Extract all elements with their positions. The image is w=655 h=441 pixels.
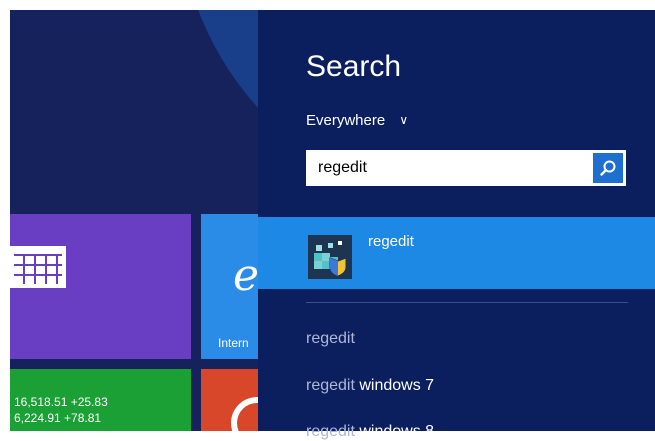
- finance-line-1: 16,518.51 +25.83: [14, 395, 108, 409]
- search-result-label: regedit: [368, 233, 414, 250]
- search-scope-label: Everywhere: [306, 112, 386, 129]
- search-scope-dropdown[interactable]: Everywhere ∨: [306, 112, 408, 129]
- search-suggestion[interactable]: regedit windows 7: [306, 377, 434, 395]
- results-divider: [306, 302, 628, 303]
- internet-explorer-icon: e: [233, 250, 260, 301]
- suggestion-rest-text: windows 8: [354, 423, 435, 440]
- search-title: Search: [306, 50, 402, 83]
- internet-explorer-tile[interactable]: e Intern: [201, 214, 261, 359]
- red-tile[interactable]: [201, 369, 261, 431]
- calendar-icon: [10, 246, 66, 288]
- finance-tile[interactable]: 16,518.51 +25.83 6,224.91 +78.81: [10, 369, 191, 431]
- search-icon: [600, 160, 616, 176]
- search-button[interactable]: [593, 153, 623, 183]
- suggestion-match-text: regedit: [306, 330, 355, 347]
- chevron-down-icon: ∨: [399, 113, 409, 127]
- calendar-tile[interactable]: [10, 214, 191, 359]
- tile-app-icon: [231, 397, 261, 431]
- finance-line-2: 6,224.91 +78.81: [14, 411, 102, 425]
- suggestion-match-text: regedit: [306, 423, 355, 440]
- ie-tile-label: Intern: [218, 336, 249, 350]
- search-result-app[interactable]: regedit: [258, 217, 655, 289]
- search-box: [306, 150, 626, 186]
- suggestion-match-text: regedit: [306, 377, 355, 394]
- search-suggestion[interactable]: regedit windows 8: [306, 423, 434, 441]
- search-input[interactable]: [306, 152, 593, 184]
- search-suggestion[interactable]: regedit: [306, 330, 355, 348]
- search-charm-panel: Search Everywhere ∨ regedit regedit rege…: [258, 10, 655, 440]
- registry-editor-icon: [308, 235, 352, 279]
- suggestion-rest-text: windows 7: [354, 377, 435, 394]
